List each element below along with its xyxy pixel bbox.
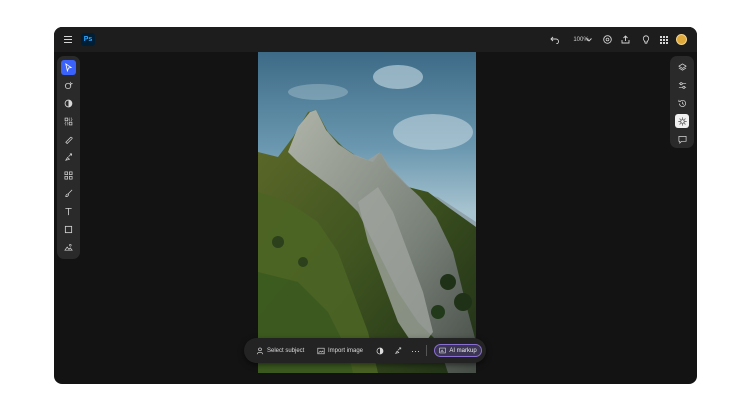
generative-fill-button[interactable] [394,338,405,363]
adjustment-icon [376,347,384,354]
quick-action-icon[interactable] [61,78,76,93]
avatar[interactable] [676,34,687,45]
history-icon[interactable] [675,96,689,110]
properties-icon[interactable] [675,78,689,92]
brush-icon[interactable] [61,186,76,201]
import-image-button[interactable]: Import image [317,338,363,363]
undo-icon[interactable] [548,27,560,52]
right-panel [670,56,694,148]
ai-markup-label: AI markup [449,347,477,354]
add-image-icon[interactable] [61,240,76,255]
crop-icon[interactable] [61,168,76,183]
lightbulb-icon[interactable] [640,27,652,52]
select-subject-button[interactable]: Select subject [256,338,304,363]
more-options-icon[interactable]: ··· [411,338,420,363]
taskbar-divider [426,345,427,356]
ai-markup-icon [439,347,446,354]
select-subject-label: Select subject [267,347,305,354]
mountain-photo [258,52,476,373]
adjustment-button[interactable] [376,338,387,363]
import-image-icon [317,347,325,354]
ai-markup-button[interactable]: AI markup [434,344,482,357]
shape-icon[interactable] [61,222,76,237]
canvas-image[interactable] [258,52,476,373]
photoshop-web-app: Ps 100% Select subject Import image ··· … [54,27,697,384]
photoshop-logo: Ps [81,33,95,46]
text-icon[interactable] [61,204,76,219]
effects-icon[interactable] [675,114,689,128]
chevron-down-icon[interactable] [584,27,594,52]
apps-grid-icon[interactable] [658,27,670,52]
left-toolbar [57,56,80,259]
import-image-label: Import image [328,347,364,354]
adjustment-icon[interactable] [61,96,76,111]
generative-fill-icon [394,346,402,354]
select-tool-icon[interactable] [61,60,76,75]
menu-icon[interactable] [61,27,75,52]
top-bar: Ps 100% [54,27,697,52]
generative-fill-icon[interactable] [61,150,76,165]
select-subject-icon [256,347,264,354]
retouch-icon[interactable] [61,132,76,147]
comments-icon[interactable] [675,132,689,146]
selection-icon[interactable] [61,114,76,129]
upload-icon[interactable] [619,27,631,52]
share-link-icon[interactable] [601,27,613,52]
contextual-taskbar: Select subject Import image ··· AI marku… [244,338,486,363]
layers-icon[interactable] [675,60,689,74]
